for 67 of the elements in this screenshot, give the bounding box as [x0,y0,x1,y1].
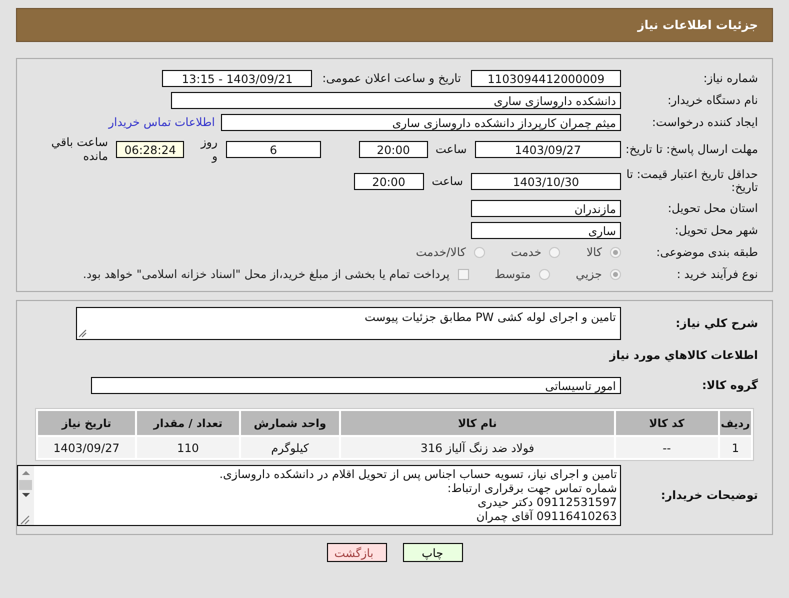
field-label: ساعت [436,142,467,156]
table-cell: فولاد ضد زنگ آلیاز 316 [341,437,614,458]
field-label: روز و [199,135,218,163]
contact-link[interactable]: اطلاعات تماس خریدار [108,115,215,129]
input-field[interactable]: 1403/09/21 - 13:15 [162,70,312,86]
notes-line: شماره تماس جهت برقراری ارتباط: [446,481,617,495]
input-field[interactable]: 20:00 [354,172,424,190]
print-button[interactable]: چاپ [402,543,462,562]
option-label: کالا/خدمت [416,245,466,259]
resize-grip-icon[interactable] [78,329,87,338]
input-field[interactable]: 6 [226,140,322,158]
option-label: متوسط [494,267,531,281]
field-label: ساعت [432,174,463,188]
countdown-field: 06:28:24 [116,140,184,158]
checkbox[interactable] [458,268,469,280]
input-field[interactable]: 1103094412000009 [471,70,621,86]
radio-button[interactable] [610,246,621,258]
scroll-bar[interactable] [18,466,34,525]
radio-button[interactable] [549,246,560,258]
field-label: مهلت ارسال پاسخ: تا تاریخ: [624,142,758,156]
notes-box[interactable]: تامین و اجرای نیاز، تسویه حساب اجناس پس از تحویل اقلام در دانشکده داروسازی. شماره تماس جهت برقراری ارتباط: 09112531597 دکتر حیدری 09116410263 آقای چمران [17,465,621,526]
input-field[interactable]: ساری [471,222,621,238]
table-cell: 1 [720,437,751,458]
section-heading: اطلاعات کالاهاي مورد نیاز [610,347,758,364]
radio-button[interactable] [538,268,550,280]
field-label: طبقه بندی موضوعی: [655,246,758,258]
column-header: ردیف [720,411,751,435]
description-box[interactable]: تامین و اجرای لوله کشی PW مطابق جزئیات پیوست [76,307,621,340]
table-cell: کیلوگرم [241,437,339,458]
option-label: پرداخت تمام یا بخشی از مبلغ خرید،از محل "اسناد خزانه اسلامی" خواهد بود. [82,267,450,281]
field-label: ایجاد کننده درخواست: [651,116,758,128]
field-label: شهر محل تحویل: [674,224,758,236]
field-label: نوع فرآیند خرید : [676,268,758,280]
column-header: کد کالا [616,411,718,435]
input-field[interactable]: میثم چمران کارپرداز دانشکده داروسازی ساری [221,114,621,130]
notes-line: تامین و اجرای نیاز، تسویه حساب اجناس پس از تحویل اقلام در دانشکده داروسازی. [218,467,617,481]
option-label: خدمت [510,245,542,259]
field-label: ساعت باقي مانده [50,135,108,163]
back-button[interactable]: بازگشت [326,543,386,562]
column-header: واحد شمارش [241,411,339,435]
option-label: کالا [586,245,602,259]
radio-button[interactable] [474,246,485,258]
field-label: استان محل تحویل: [666,202,758,214]
page-title: جزئیات اطلاعات نیاز [637,18,758,32]
option-label: جزیي [576,267,602,281]
field-label: تاریخ و ساعت اعلان عمومی: [322,71,461,85]
field-label: گروه کالا: [701,378,758,392]
field-label: شماره نیاز: [702,72,758,84]
field-label: حداقل تاریخ اعتبار قیمت: تا تاریخ: [625,168,758,194]
input-field[interactable]: 20:00 [359,140,428,158]
column-header: تعداد / مقدار [137,411,239,435]
notes-line: 09116410263 آقای چمران [475,509,617,523]
input-field[interactable]: 1403/09/27 [474,140,621,158]
radio-button[interactable] [610,268,621,280]
input-field[interactable]: امور تاسیساتی [91,376,621,394]
table-cell: 1403/09/27 [38,437,135,458]
table-cell: 110 [137,437,239,458]
column-header: تاریخ نیاز [38,411,135,435]
input-field[interactable]: 1403/10/30 [471,172,621,190]
notes-line: 09112531597 دکتر حیدری [476,495,617,509]
column-header: نام کالا [341,411,614,435]
input-field[interactable]: مازندران [471,200,621,216]
table-cell: -- [616,437,718,458]
field-label: شرح کلي نیاز: [674,317,758,330]
field-label: نام دستگاه خریدار: [666,94,758,106]
input-field[interactable]: دانشکده داروسازی ساری [171,92,621,108]
field-label: توضیحات خریدار: [660,489,758,502]
